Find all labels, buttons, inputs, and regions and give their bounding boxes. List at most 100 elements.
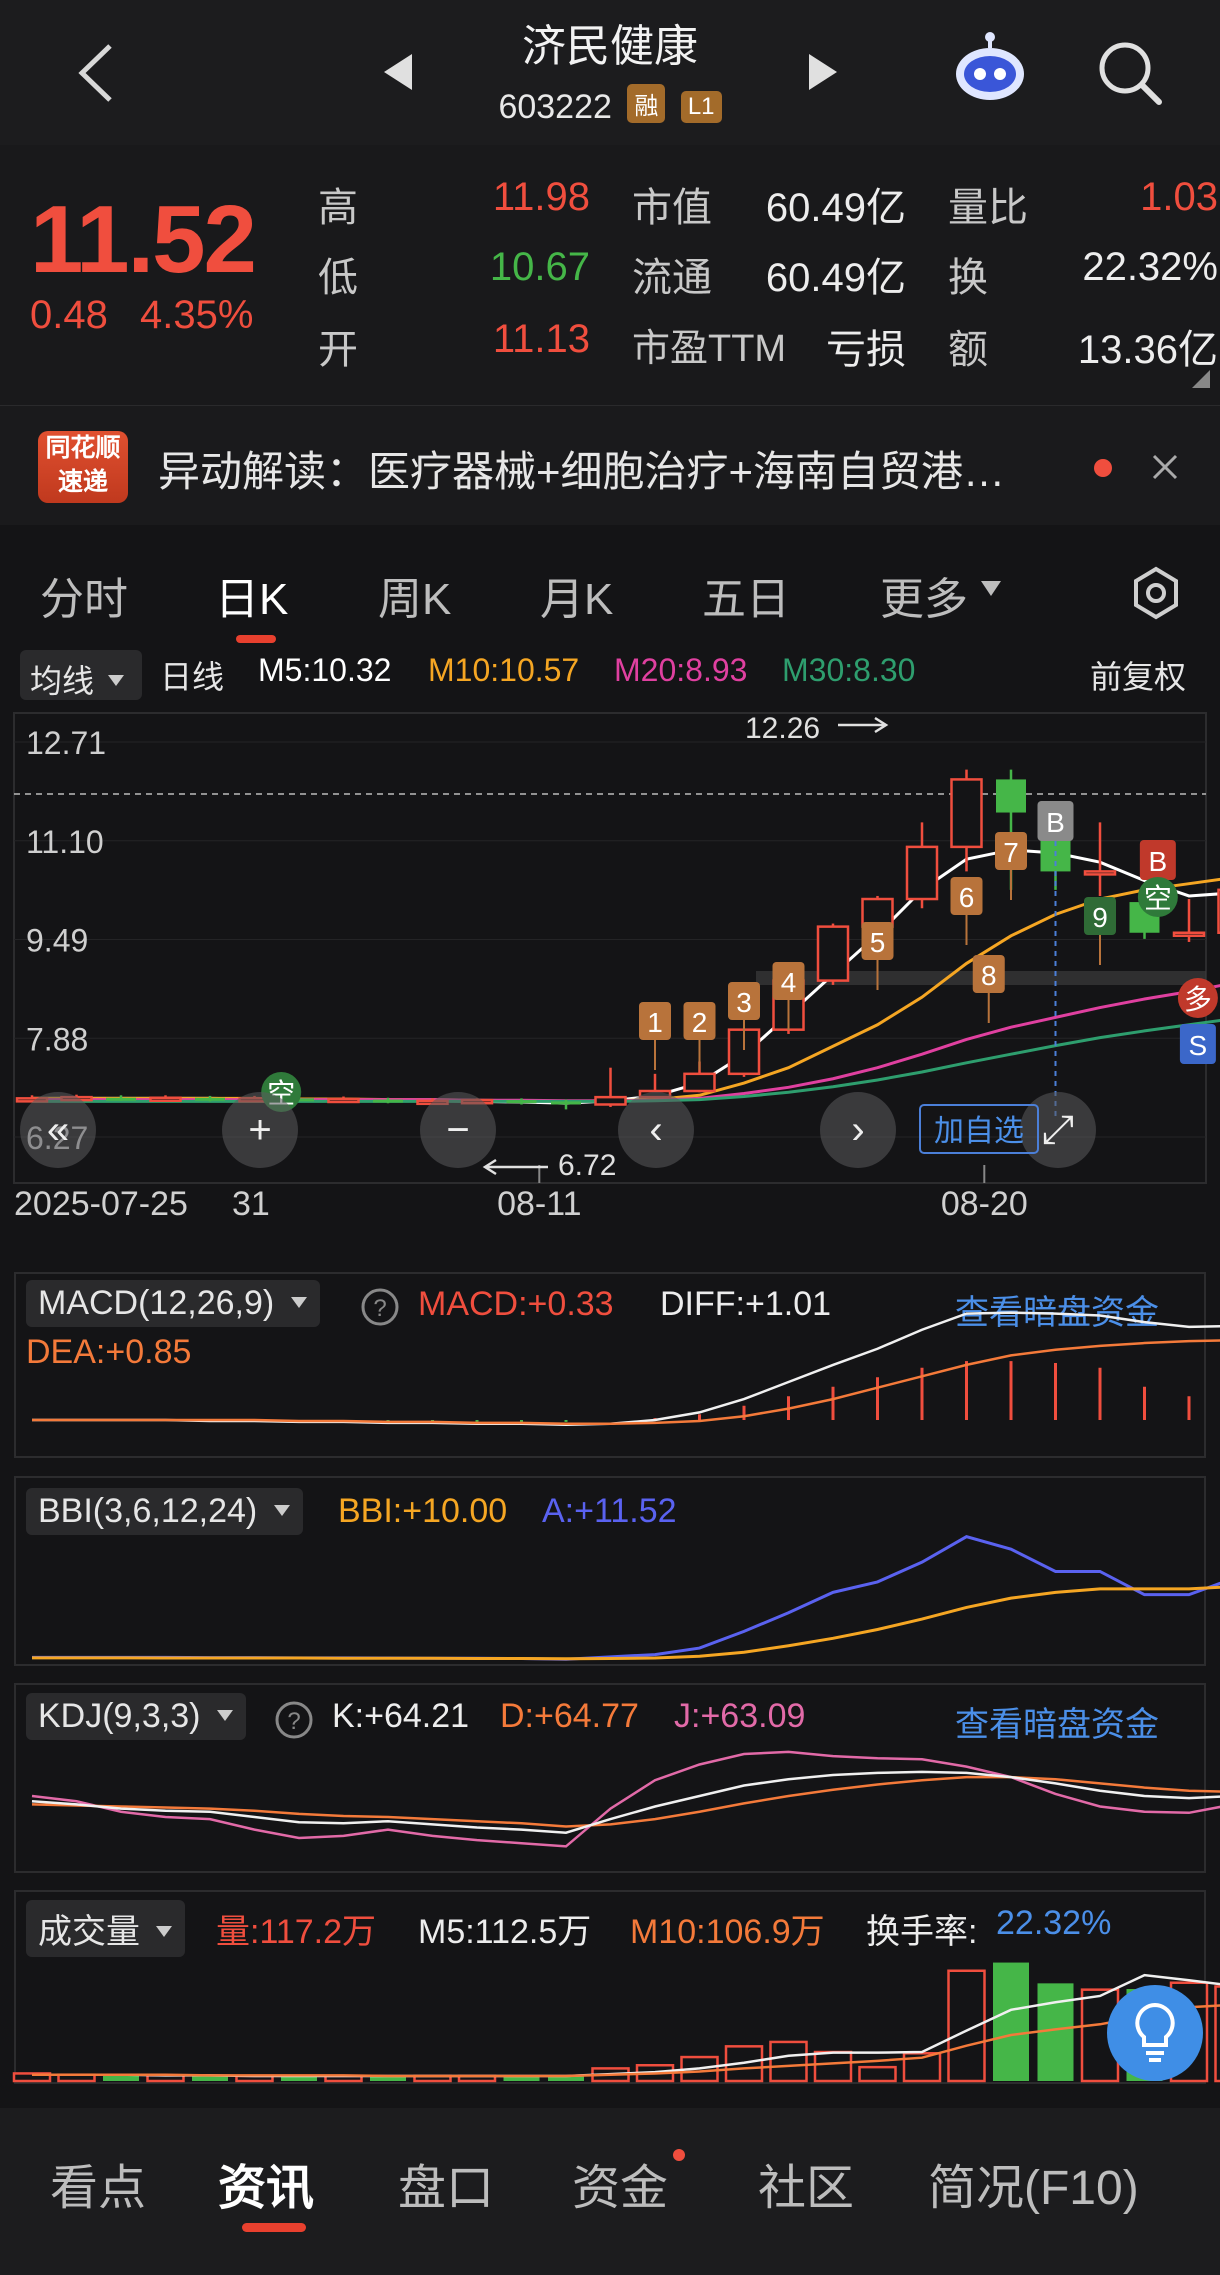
margin-tag: 融 [627,84,666,123]
tab-weekly-k[interactable]: 周K [378,563,451,627]
logo-line-1: 同花顺 [45,434,121,462]
day-marker-label: 3 [736,987,752,1018]
candle-body [106,1097,136,1101]
float-value: 60.49亿 [765,256,906,300]
stock-code: 603222 [498,88,612,126]
expand-corner-icon[interactable] [1192,370,1210,388]
tab-intraday[interactable]: 分时 [40,563,128,627]
float-label: 流通 [632,256,712,300]
candle-body [373,1099,403,1103]
kdj-j-line [31,1750,1220,1848]
robot-assistant-icon[interactable] [950,30,1030,110]
volume-bar [281,2076,317,2081]
active-tab-indicator [236,635,276,643]
nav-profile-f10[interactable]: 简况(F10) [928,2148,1139,2218]
dea-line [32,1339,1220,1426]
kline-annotations: 12345678912.266.72空BB空多SSS«+−‹›⤢加自选 [20,712,1218,1182]
candle-body [327,1097,360,1104]
level-tag: L1 [680,91,722,123]
tab-more[interactable]: 更多 [880,563,968,627]
more-dropdown-icon[interactable] [980,580,1002,598]
tab-monthly-k[interactable]: 月K [540,563,613,627]
turnover-label: 换 [948,256,988,300]
signal-label: B [1046,807,1065,838]
candle-body [683,1072,716,1093]
ma30-label: M30:8.30 [782,652,916,688]
kdj-chart [31,1750,1220,1848]
day-marker-label: 8 [981,960,997,991]
nav-news[interactable]: 资讯 [218,2148,314,2218]
y-tick-label: 11.10 [26,824,104,860]
volume-bar [370,2076,406,2081]
max-price-label: 12.26 [745,712,820,745]
signal-label: S [1189,1030,1208,1061]
fullscreen-button-glyph: ⤢ [1042,1108,1074,1152]
stock-name: 济民健康 [522,22,698,71]
ma5-label: M5:10.32 [258,652,392,688]
scroll-left-button-glyph: ‹ [649,1108,662,1152]
volratio-value: 1.03 [1140,175,1218,219]
adjust-mode-label[interactable]: 前复权 [1090,652,1186,698]
pe-value: 亏损 [826,328,906,372]
ma10-label: M10:10.57 [428,652,580,688]
news-bar[interactable]: 同花顺 速递 异动解读：医疗器械+细胞治疗+海南自贸港… [0,405,1220,525]
y-tick-label: 9.49 [26,923,88,959]
volume-chart [12,1962,1220,2083]
x-axis-ticks: 2025-07-253108-1108-2008-29 [14,1165,1028,1223]
day-marker-label: 2 [692,1007,708,1038]
x-tick-label: 31 [232,1185,270,1223]
candle-body [950,778,983,849]
ma-selector[interactable]: 均线 [20,650,142,700]
kline-period-label: 日线 [160,659,225,695]
nav-community[interactable]: 社区 [758,2148,854,2218]
open-label: 开 [318,328,358,372]
candle-body [195,1097,225,1101]
bbi-a-line [32,1535,1220,1661]
top-bar: 济民健康 603222 融 L1 [0,0,1220,145]
low-value: 10.67 [489,245,590,289]
close-icon[interactable] [1148,450,1182,484]
day-marker-label: 9 [1092,902,1108,933]
news-headline[interactable]: 异动解读：医疗器械+细胞治疗+海南自贸港… [158,438,1005,499]
candle-body [905,845,939,901]
quote-panel: 11.52 0.48 4.35% 高 11.98 低 10.67 开 11.13… [0,145,1220,405]
lightbulb-tip-icon[interactable] [1105,1983,1205,2083]
volume-bar [769,2040,808,2083]
ths-express-logo: 同花顺 速递 [38,431,128,503]
bottom-nav: 看点 资讯 盘口 资金 社区 简况(F10) [0,2108,1220,2275]
period-tabs: 分时 日K 周K 月K 五日 更多 [0,535,1220,647]
bbi-line [32,1585,1220,1661]
mktcap-label: 市值 [632,186,712,230]
ma30-line [32,1018,1220,1103]
tab-daily-k[interactable]: 日K [215,563,288,627]
signal-label: 多 [1184,984,1212,1015]
tab-five-day[interactable]: 五日 [702,563,790,627]
capital-new-dot-icon [673,2149,685,2161]
nav-highlights[interactable]: 看点 [50,2148,146,2218]
price-change: 0.48 [30,293,108,337]
day-marker-label: 5 [870,927,886,958]
price-change-pct: 4.35% [140,293,254,337]
candle-body [1083,870,1117,876]
search-icon[interactable] [1095,38,1165,108]
ma20-label: M20:8.93 [614,652,748,688]
zoom-out-button-glyph: « [47,1108,69,1152]
settings-icon[interactable] [1128,565,1184,621]
bbi-chart [32,1535,1220,1661]
kline-chart[interactable]: 12.7111.109.497.886.27 2025-07-253108-11… [0,705,1220,1235]
candle-body [551,1101,581,1105]
day-marker-label: 7 [1003,837,1019,868]
collapse-button-glyph: − [446,1108,469,1152]
nav-order-book[interactable]: 盘口 [398,2148,494,2218]
candle-body [149,1096,182,1102]
next-stock-icon[interactable] [805,50,841,94]
x-tick-label: 08-11 [497,1185,581,1223]
ma-selector-label: 均线 [30,663,95,699]
volume-bar [1214,1985,1220,2083]
volume-bar [813,2050,853,2083]
zoom-in-button-glyph: + [248,1108,271,1152]
volume-bar [858,2065,897,2083]
open-value: 11.13 [492,317,590,361]
nav-capital[interactable]: 资金 [572,2148,668,2218]
macd-chart [32,1311,1220,1427]
